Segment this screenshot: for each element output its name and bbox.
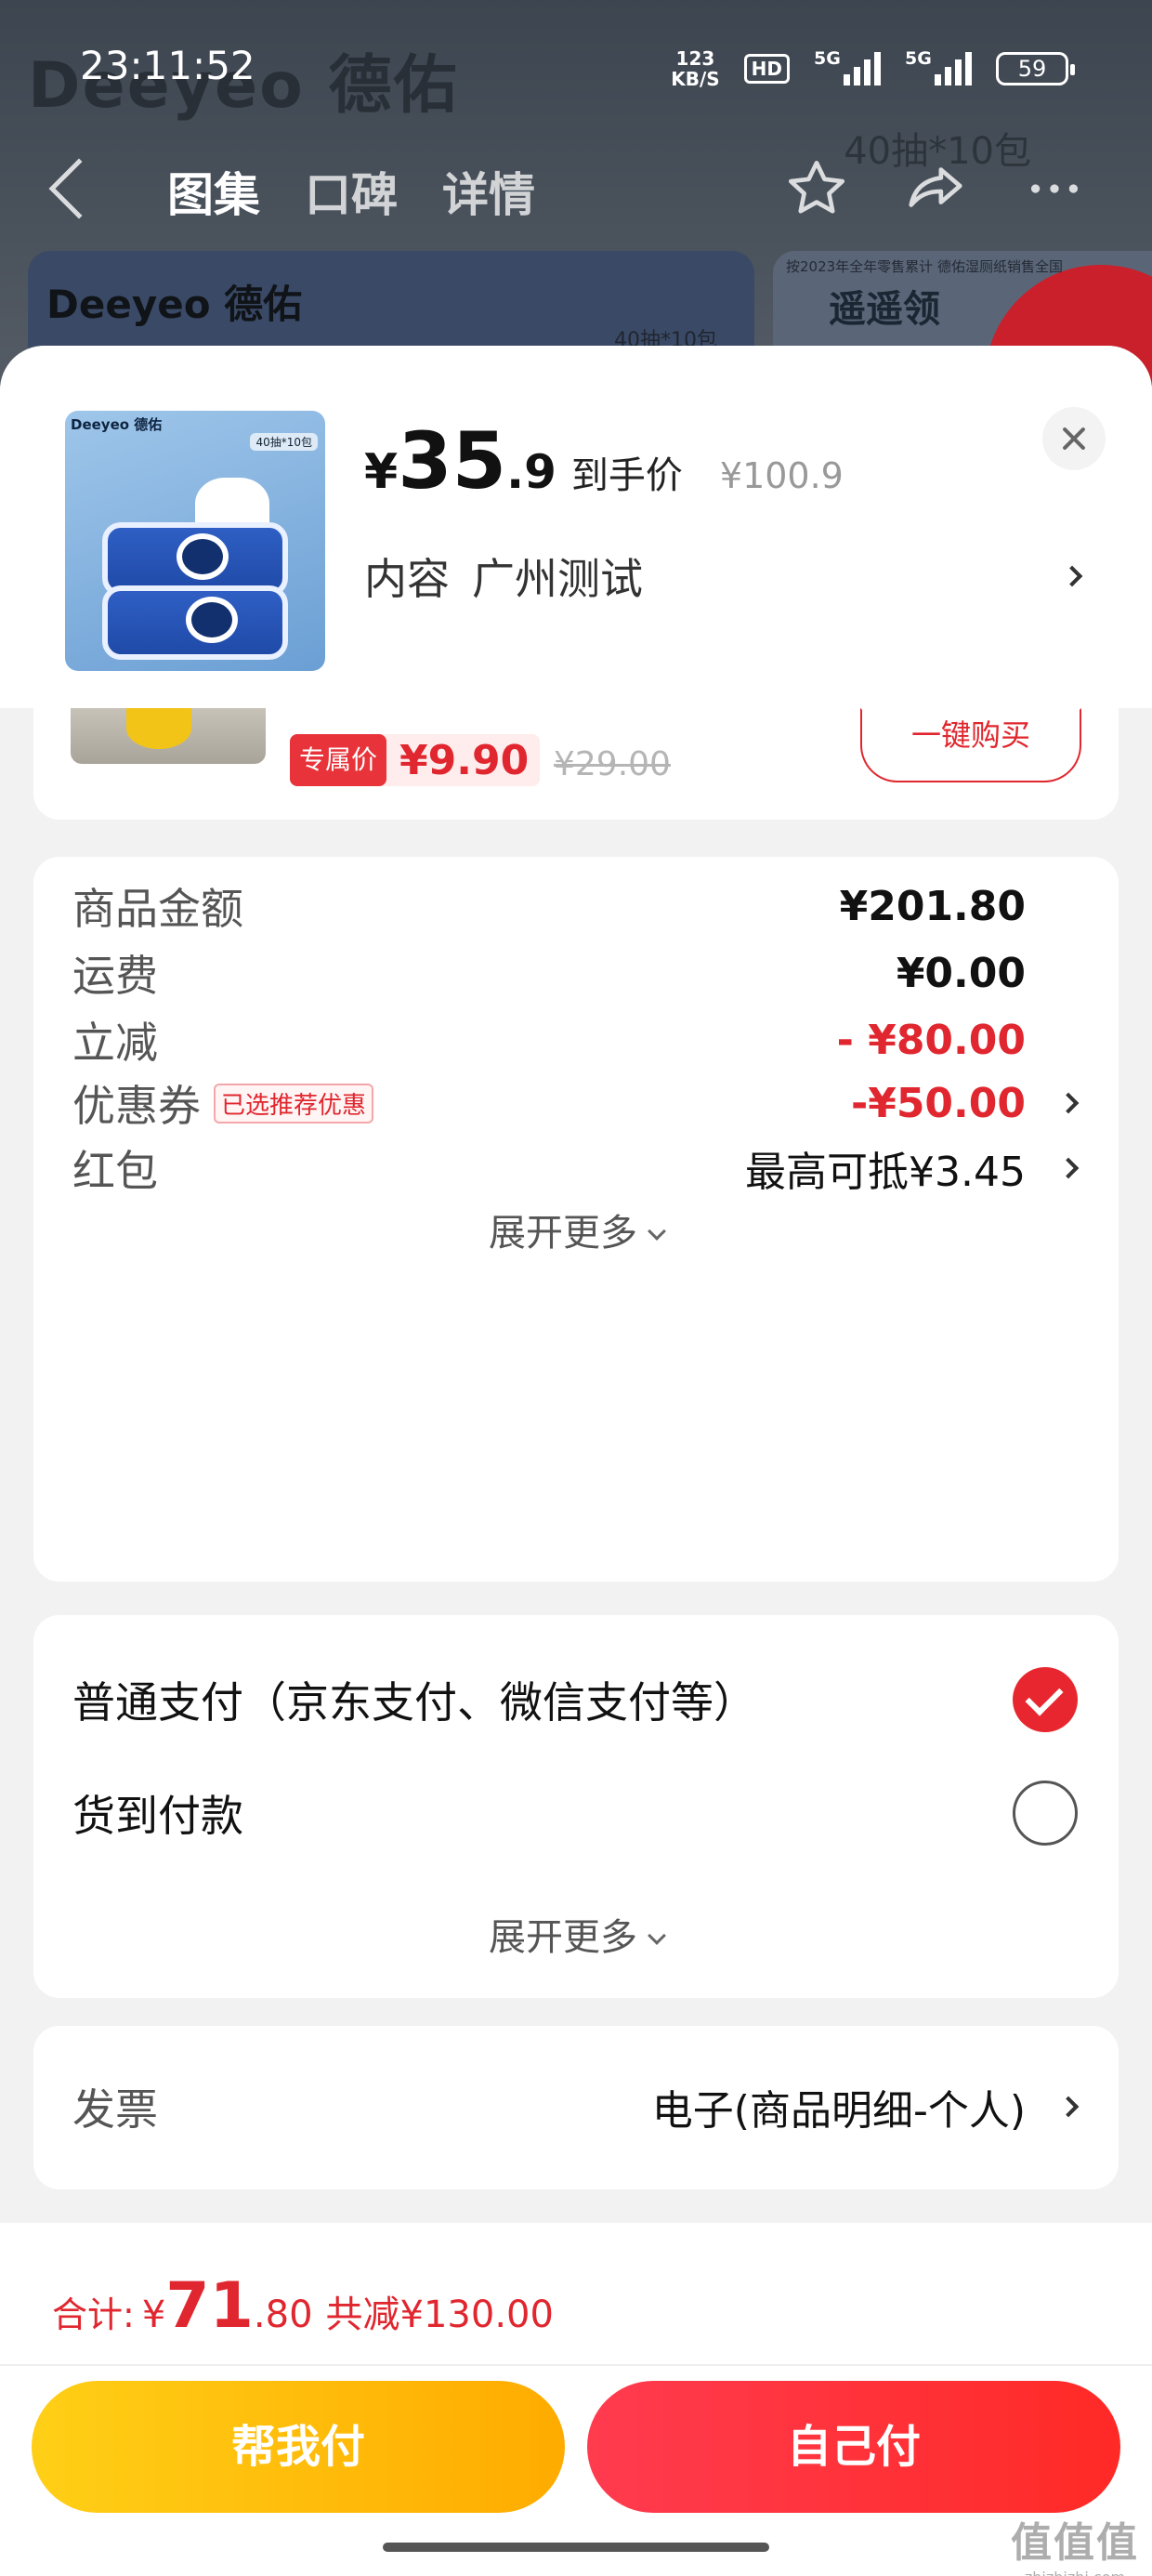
exclusive-price-label: 专属价 [290,734,387,786]
goods-amount-row: 商品金额 ¥201.80 [72,874,1081,939]
exclusive-price-tag: 专属价 ¥9.90 [290,734,541,786]
banner-brand-logo: Deeyeo 德佑 [46,282,303,327]
thumbnail-brand: Deeyeo 德佑 [71,416,163,433]
signal-icon-sim2: 5G [905,48,972,85]
recommended-original-price: ¥29.00 [554,745,671,783]
tab-gallery[interactable]: 图集 [167,158,260,225]
red-packet-row[interactable]: 红包 最高可抵¥3.45 [72,1136,1081,1201]
shipping-row: 运费 ¥0.00 [72,940,1081,1005]
product-thumbnail: Deeyeo 德佑 40抽*10包 [65,411,325,671]
total-decimal: .80 [253,2293,313,2336]
instant-discount-value: - ¥80.00 [836,1016,1026,1064]
shipping-label: 运费 [72,951,158,1001]
banner2-caption: 按2023年全年零售累计 德佑湿厕纸销售全国 [786,258,1063,275]
expand-more-label: 展开更多 [489,1916,637,1959]
total-integer: 71 [165,2269,254,2343]
goods-amount-value: ¥201.80 [839,882,1026,930]
total-saved: 共减¥130.00 [325,2293,554,2336]
total-currency: ¥ [141,2293,166,2336]
network-speed: 123 KB/S [671,48,719,89]
price-decimal: .9 [506,445,556,499]
payment-method-card: 普通支付（京东支付、微信支付等） 货到付款 展开更多 [33,1615,1119,1998]
tab-details[interactable]: 详情 [442,158,535,225]
thumbnail-count: 40抽*10包 [250,433,318,451]
original-price: ¥100.9 [719,455,844,496]
spec-selector[interactable]: 内容 广州测试 [364,548,1089,604]
chevron-right-icon [1057,1157,1080,1179]
favorite-star-icon[interactable] [784,156,849,221]
coupon-value: -¥50.00 [850,1079,1026,1127]
invoice-row[interactable]: 发票 电子(商品明细-个人) [72,2074,1081,2139]
chevron-right-icon [1061,565,1083,587]
chevron-down-icon [648,1926,666,1945]
status-bar: 23:11:52 123 KB/S HD 5G 5G 59 [0,0,1152,130]
home-indicator[interactable] [383,2543,769,2552]
red-packet-value: 最高可抵¥3.45 [745,1149,1026,1196]
price-integer: 35 [398,415,507,506]
sim2-network-type: 5G [905,48,932,69]
product-tabs: 图集 口碑 详情 [167,158,535,225]
battery-icon: 59 [996,52,1075,85]
nav-actions [784,156,1087,221]
one-click-buy-button[interactable]: 一键购买 [860,708,1081,782]
tab-reviews[interactable]: 口碑 [305,158,398,225]
background-product-page: Deeyeo 德佑 40抽*10包 23:11:52 123 KB/S HD 5… [0,0,1152,390]
site-watermark: 值值值 zhizhizhi.com [1011,2509,1139,2576]
payment-expand-more[interactable]: 展开更多 [33,1907,1119,1961]
sheet-product-header: Deeyeo 德佑 40抽*10包 ¥ 35 .9 到手价 ¥100.9 内容 … [0,346,1152,708]
invoice-label: 发票 [72,2084,158,2135]
watermark-url: zhizhizhi.com [1011,2569,1139,2576]
unchecked-circle-icon[interactable] [1013,1781,1078,1846]
network-speed-value: 123 [675,47,715,70]
network-speed-unit: KB/S [671,68,720,90]
instant-discount-label: 立减 [72,1018,158,1068]
status-time: 23:11:52 [80,43,255,88]
price-currency: ¥ [364,444,399,500]
invoice-card[interactable]: 发票 电子(商品明细-个人) [33,2026,1119,2189]
payment-option-cod-label: 货到付款 [72,1791,243,1841]
hd-icon: HD [743,54,790,84]
amounts-expand-more[interactable]: 展开更多 [33,1203,1119,1256]
signal-icon-sim1: 5G [814,48,881,85]
footer-divider [0,2364,1152,2366]
total-label: 合计: [52,2294,135,2335]
coupon-recommended-badge: 已选推荐优惠 [214,1083,374,1124]
payment-option-cod[interactable]: 货到付款 [72,1779,1081,1847]
recommended-item-image [71,708,266,764]
red-packet-label: 红包 [72,1146,158,1196]
instant-discount-row: 立减 - ¥80.00 [72,1007,1081,1072]
sim1-network-type: 5G [814,48,841,69]
exclusive-price: ¥9.90 [399,736,530,784]
chevron-right-icon [1057,2096,1080,2118]
payment-option-online[interactable]: 普通支付（京东支付、微信支付等） [72,1665,1081,1734]
back-arrow-icon[interactable] [48,158,110,219]
checkout-footer: 合计: ¥ 71 .80 共减¥130.00 帮我付 自己付 [0,2223,1152,2576]
price-label: 到手价 [570,454,683,497]
banner2-headline: 遥遥领 [829,288,940,331]
order-amount-card: 商品金额 ¥201.80 运费 ¥0.00 立减 - ¥80.00 优惠券 已选… [33,857,1119,1582]
payment-option-online-label: 普通支付（京东支付、微信支付等） [72,1677,756,1728]
more-dots-icon[interactable] [1022,156,1087,221]
coupon-row[interactable]: 优惠券 已选推荐优惠 -¥50.00 [72,1071,1081,1136]
chevron-down-icon [648,1222,666,1241]
shipping-value: ¥0.00 [896,949,1026,997]
checked-circle-icon[interactable] [1013,1667,1078,1732]
watermark-logo: 值值值 [1011,2519,1139,2567]
chevron-right-icon [1057,1092,1080,1114]
goods-amount-label: 商品金额 [72,884,243,934]
status-icons: 123 KB/S HD 5G 5G 59 [671,43,1075,95]
help-me-pay-button[interactable]: 帮我付 [32,2381,565,2513]
close-icon[interactable] [1042,407,1106,470]
coupon-label: 优惠券 [72,1081,201,1131]
expand-more-label: 展开更多 [489,1212,637,1255]
share-icon[interactable] [903,156,968,221]
final-price: ¥ 35 .9 到手价 ¥100.9 [364,422,844,500]
spec-label: 内容 [364,554,450,604]
invoice-value: 电子(商品明细-个人) [651,2087,1026,2135]
product-nav-bar: 图集 口碑 详情 [0,149,1152,232]
spec-value: 广州测试 [472,554,643,604]
order-total: 合计: ¥ 71 .80 共减¥130.00 [52,2269,554,2343]
pay-myself-button[interactable]: 自己付 [587,2381,1120,2513]
